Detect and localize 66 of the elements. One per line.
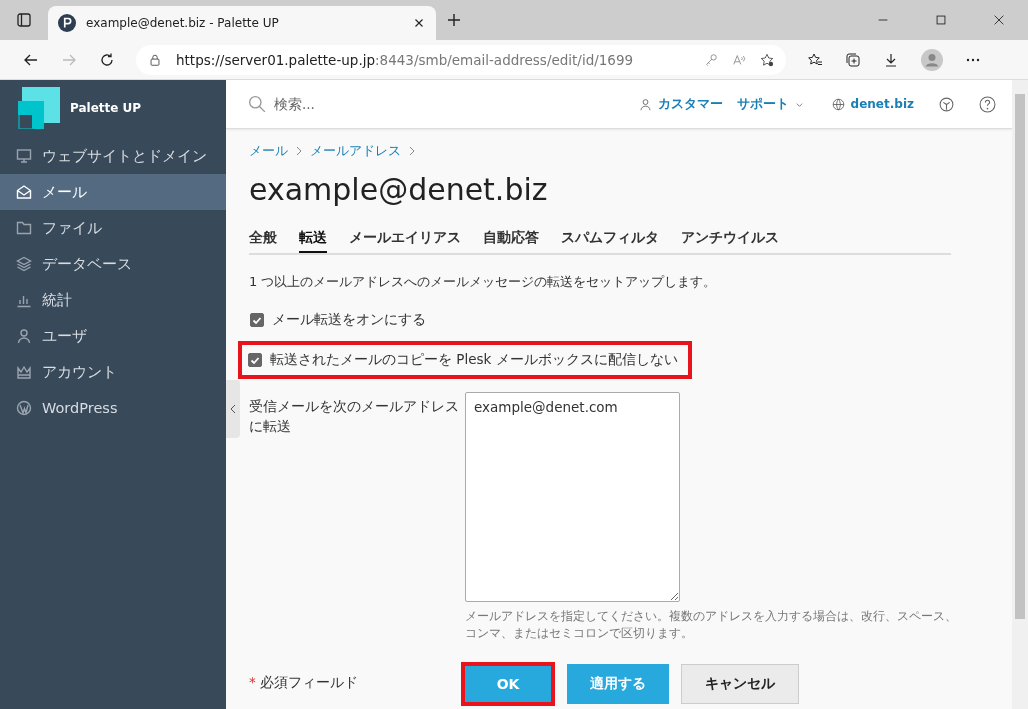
tab[interactable]: アンチウイルス	[681, 229, 779, 253]
sidebar-item[interactable]: メール	[0, 174, 226, 210]
sidebar-item[interactable]: データベース	[0, 246, 226, 282]
hint-text: メールアドレスを指定してください。複数のアドレスを入力する場合は、改行、スペース、コンマ、またはセミコロンで区切ります。	[465, 608, 958, 642]
layers-icon	[16, 256, 32, 272]
browser-tab[interactable]: example@denet.biz - Palette UP	[48, 6, 436, 40]
profile-avatar[interactable]	[921, 48, 943, 71]
site-favicon	[58, 14, 76, 32]
checkbox-label[interactable]: メール転送をオンにする	[272, 311, 426, 329]
read-aloud-icon[interactable]	[732, 52, 746, 67]
envelope-icon	[16, 184, 32, 200]
star-add-icon[interactable]	[760, 52, 774, 67]
support-menu[interactable]: サポート	[736, 95, 789, 113]
chevron-icon	[295, 146, 303, 156]
sidebar-item[interactable]: ファイル	[0, 210, 226, 246]
sidebar-item[interactable]: 統計	[0, 282, 226, 318]
new-tab-icon[interactable]	[446, 12, 462, 28]
crown-icon	[16, 364, 32, 380]
search-icon[interactable]	[248, 95, 266, 113]
chevron-icon	[408, 146, 416, 156]
globe-icon	[831, 97, 845, 111]
tab[interactable]: 転送	[299, 229, 327, 253]
refresh-icon[interactable]	[99, 51, 115, 68]
tab[interactable]: スパムフィルタ	[561, 229, 659, 253]
breadcrumb-link[interactable]: メール	[249, 142, 288, 160]
monitor-icon	[16, 148, 32, 164]
extension-icon[interactable]	[938, 95, 955, 113]
brand-logo[interactable]	[18, 87, 60, 129]
sidebar-item[interactable]: ウェブサイトとドメイン	[0, 138, 226, 174]
tab[interactable]: 全般	[249, 229, 277, 253]
sidebar-item[interactable]: アカウント	[0, 354, 226, 390]
address-field[interactable]: https://server01.palette-up.jp:8443/smb/email-address/edit/id/1699	[136, 44, 786, 75]
sidebar-item[interactable]: ユーザ	[0, 318, 226, 354]
checkbox[interactable]	[248, 353, 262, 367]
key-icon[interactable]	[704, 52, 718, 67]
checkbox-label[interactable]: 転送されたメールのコピーを Plesk メールボックスに配信しない	[270, 351, 678, 369]
brand-name[interactable]: Palette UP	[70, 101, 142, 115]
folder-icon	[16, 220, 32, 236]
sidebar-item[interactable]: WordPress	[0, 390, 226, 426]
lock-icon[interactable]	[148, 52, 162, 67]
collections-icon[interactable]	[845, 51, 861, 68]
tab[interactable]: メールエイリアス	[349, 229, 461, 253]
user-icon	[638, 97, 652, 111]
domain-link[interactable]: denet.biz	[850, 97, 914, 111]
user-icon	[16, 328, 32, 344]
close-window-icon[interactable]	[992, 13, 1006, 27]
tab-title: example@denet.biz - Palette UP	[86, 16, 280, 30]
favorites-icon[interactable]	[807, 51, 823, 68]
search-field[interactable]: 検索...	[272, 95, 436, 113]
required-note: * 必須フィールド	[249, 673, 360, 692]
wordpress-icon	[16, 400, 32, 416]
customer-menu[interactable]: カスタマー	[657, 95, 723, 113]
sidebar-collapse-handle[interactable]	[226, 380, 240, 438]
scrollbar[interactable]	[1012, 80, 1028, 709]
checkbox[interactable]	[250, 313, 264, 327]
field-label: 受信メールを次のメールアドレスに転送	[249, 397, 460, 436]
help-icon[interactable]	[979, 95, 996, 113]
page-title: example@denet.biz	[249, 171, 549, 209]
tab[interactable]: 自動応答	[483, 229, 539, 253]
cancel-button[interactable]: キャンセル	[681, 664, 799, 704]
maximize-icon[interactable]	[934, 13, 948, 27]
tab-actions-icon[interactable]	[16, 12, 32, 28]
description-text: 1 つ以上のメールアドレスへのメールメッセージの転送をセットアップします。	[249, 273, 718, 291]
breadcrumb-link[interactable]: メールアドレス	[310, 142, 401, 160]
forward-address-field[interactable]: example@denet.com	[465, 392, 680, 602]
download-icon[interactable]	[883, 51, 899, 68]
